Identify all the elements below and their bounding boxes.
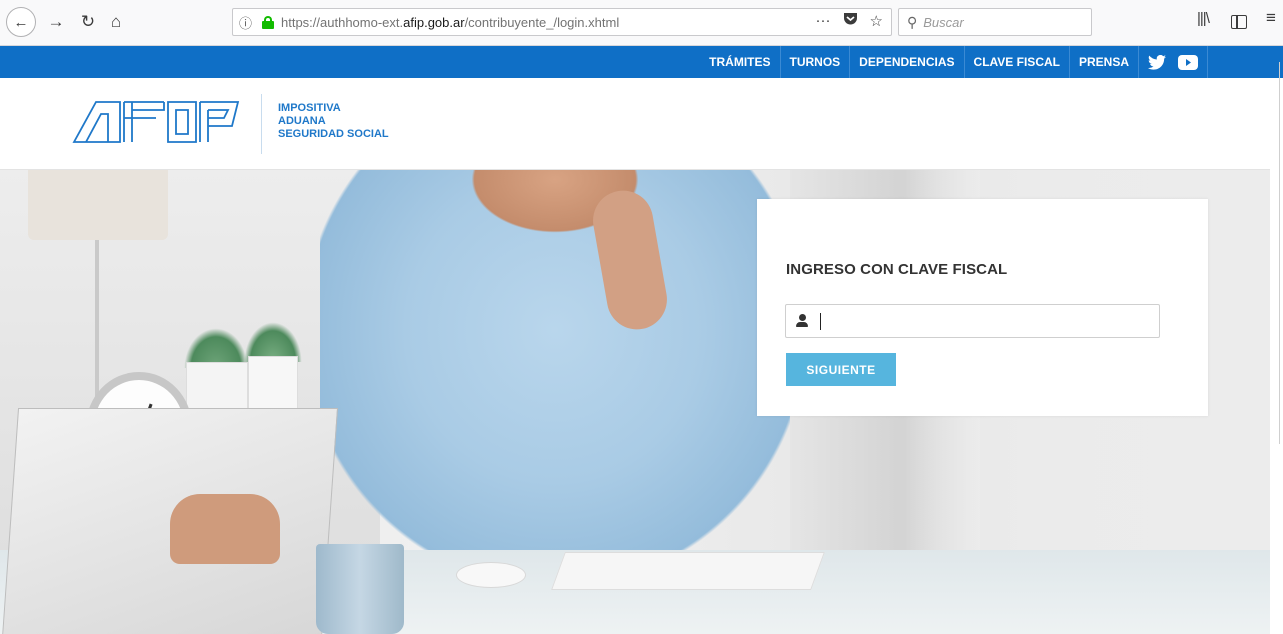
twitter-icon[interactable] — [1148, 54, 1166, 70]
afip-logo[interactable] — [72, 100, 244, 149]
text-caret — [820, 313, 821, 330]
home-icon[interactable]: ⌂ — [104, 8, 128, 36]
search-bar[interactable]: ⚲ Buscar — [898, 8, 1092, 36]
page-scrollbar[interactable] — [1279, 62, 1283, 444]
keyboard — [551, 552, 825, 590]
tagline-seguridad-social: SEGURIDAD SOCIAL — [278, 128, 389, 140]
library-icon[interactable]: |||\ — [1197, 10, 1210, 27]
tagline-impositiva: IMPOSITIVA — [278, 102, 341, 114]
search-placeholder: Buscar — [923, 14, 964, 30]
bookmark-star-icon[interactable]: ☆ — [870, 12, 883, 30]
user-icon — [796, 314, 808, 328]
afip-logo-icon — [72, 101, 240, 143]
login-title: INGRESO CON CLAVE FISCAL — [786, 261, 1008, 278]
typing-hand — [170, 494, 280, 564]
logo-divider — [261, 94, 262, 154]
pocket-icon[interactable] — [843, 12, 858, 30]
computer-mouse — [456, 562, 526, 588]
browser-toolbar: ← → ↻ ⌂ ⓘ https://authhomo-ext.afip.gob.… — [0, 0, 1283, 46]
cuit-input-wrapper[interactable] — [785, 304, 1160, 338]
nav-clave-fiscal[interactable]: CLAVE FISCAL — [963, 46, 1069, 78]
nav-prensa[interactable]: PRENSA — [1068, 46, 1138, 78]
site-top-nav: TRÁMITES TURNOS DEPENDENCIAS CLAVE FISCA… — [0, 46, 1283, 78]
menu-icon[interactable]: ≡ — [1266, 8, 1276, 28]
coffee-mug — [316, 544, 404, 634]
login-card: INGRESO CON CLAVE FISCAL SIGUIENTE — [757, 199, 1208, 416]
forward-icon[interactable]: → — [44, 8, 68, 36]
site-header: IMPOSITIVA ADUANA SEGURIDAD SOCIAL — [0, 78, 1270, 170]
url-text[interactable]: https://authhomo-ext.afip.gob.ar/contrib… — [281, 15, 619, 30]
back-icon[interactable]: ← — [6, 7, 36, 37]
url-bar[interactable]: ⓘ https://authhomo-ext.afip.gob.ar/contr… — [232, 8, 892, 36]
lamp-shade — [28, 170, 168, 240]
nav-tramites[interactable]: TRÁMITES — [700, 46, 779, 78]
next-button[interactable]: SIGUIENTE — [786, 353, 896, 386]
tagline-aduana: ADUANA — [278, 115, 326, 127]
lock-icon[interactable] — [261, 16, 275, 29]
social-links — [1138, 46, 1208, 78]
reload-icon[interactable]: ↻ — [76, 8, 100, 36]
sidebar-icon[interactable] — [1231, 15, 1247, 29]
info-icon[interactable]: ⓘ — [239, 13, 259, 32]
page-actions-icon[interactable]: ··· — [816, 12, 831, 30]
nav-dependencias[interactable]: DEPENDENCIAS — [849, 46, 963, 78]
youtube-icon[interactable] — [1178, 54, 1198, 70]
search-icon: ⚲ — [907, 13, 918, 30]
cuit-input[interactable] — [822, 305, 1152, 337]
tagline: IMPOSITIVA ADUANA SEGURIDAD SOCIAL — [278, 102, 389, 141]
nav-turnos[interactable]: TURNOS — [779, 46, 850, 78]
